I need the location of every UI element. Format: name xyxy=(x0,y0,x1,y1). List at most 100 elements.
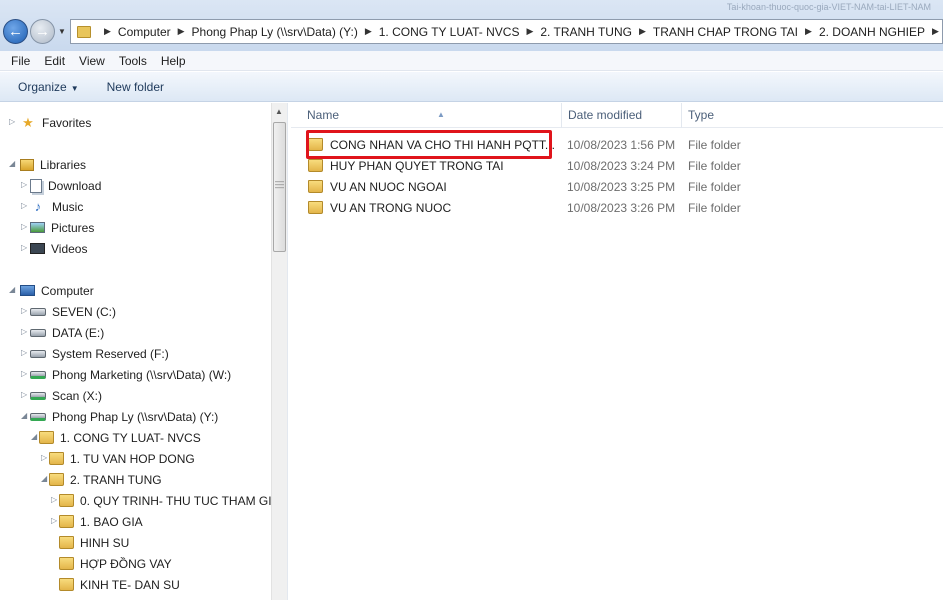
organize-button[interactable]: Organize ▼ xyxy=(18,80,79,94)
folder-icon xyxy=(59,494,74,507)
nav-label: Computer xyxy=(41,283,94,298)
chevron-right-icon[interactable]: ▶ xyxy=(104,26,111,37)
chevron-down-icon: ▼ xyxy=(70,83,79,93)
grip-icon: — — — xyxy=(275,176,284,192)
chevron-right-icon[interactable]: ▶ xyxy=(639,26,646,37)
chevron-right-icon[interactable]: ▶ xyxy=(365,26,372,37)
chevron-right-icon[interactable]: ▶ xyxy=(178,26,185,37)
expander-icon[interactable]: ◢ xyxy=(31,432,37,441)
drive-icon xyxy=(30,328,46,337)
nav-folder-cong-ty-luat[interactable]: 1. CONG TY LUAT- NVCS xyxy=(39,427,201,448)
column-name[interactable]: Name ▲ xyxy=(301,103,562,128)
star-icon: ★ xyxy=(22,115,34,130)
file-type: File folder xyxy=(688,158,741,173)
breadcrumb-tranh-tung[interactable]: 2. TRANH TUNG xyxy=(540,25,632,39)
expander-icon[interactable]: ▷ xyxy=(21,180,27,189)
expander-icon[interactable]: ▷ xyxy=(21,327,27,336)
file-type: File folder xyxy=(688,179,741,194)
nav-label: Scan (X:) xyxy=(52,388,103,403)
nav-folder-tranh-tung[interactable]: 2. TRANH TUNG xyxy=(49,469,162,490)
folder-icon xyxy=(59,515,74,528)
nav-drive-e[interactable]: DATA (E:) xyxy=(30,322,104,343)
picture-icon xyxy=(30,222,45,233)
back-button[interactable]: ← xyxy=(3,19,28,44)
menu-file[interactable]: File xyxy=(4,54,37,68)
folder-icon xyxy=(49,473,64,486)
menu-view[interactable]: View xyxy=(72,54,112,68)
nav-label: 1. TU VAN HOP DONG xyxy=(70,451,195,466)
chevron-right-icon[interactable]: ▶ xyxy=(526,26,533,37)
file-date: 10/08/2023 3:25 PM xyxy=(567,179,676,194)
nav-label: Download xyxy=(48,178,102,193)
network-drive-icon xyxy=(30,391,46,400)
nav-folder-hop-dong-vay[interactable]: HỢP ĐỒNG VAY xyxy=(59,553,172,574)
new-folder-button[interactable]: New folder xyxy=(107,80,164,94)
expander-icon[interactable]: ▷ xyxy=(41,453,47,462)
column-name-label: Name xyxy=(307,108,340,122)
menu-help[interactable]: Help xyxy=(154,54,193,68)
expander-icon[interactable]: ▷ xyxy=(21,348,27,357)
forward-button[interactable]: → xyxy=(30,19,55,44)
nav-label: Music xyxy=(52,199,84,214)
breadcrumb-tranh-chap[interactable]: TRANH CHAP TRONG TAI xyxy=(653,25,798,39)
nav-folder-quy-trinh[interactable]: 0. QUY TRINH- THU TUC THAM GIA xyxy=(59,490,280,511)
nav-drive-y[interactable]: Phong Phap Ly (\\srv\Data) (Y:) xyxy=(30,406,218,427)
breadcrumb-drive[interactable]: Phong Phap Ly (\\srv\Data) (Y:) xyxy=(192,25,358,39)
recent-pages-dropdown[interactable]: ▼ xyxy=(58,27,66,36)
expander-icon[interactable]: ◢ xyxy=(9,285,15,294)
expander-icon[interactable]: ◢ xyxy=(21,411,27,420)
expander-icon[interactable]: ▷ xyxy=(21,222,27,231)
breadcrumb-computer[interactable]: Computer xyxy=(118,25,171,39)
chevron-right-icon[interactable]: ▶ xyxy=(932,26,939,37)
nav-download[interactable]: Download xyxy=(30,175,101,196)
video-icon xyxy=(30,243,45,254)
nav-folder-tu-van[interactable]: 1. TU VAN HOP DONG xyxy=(49,448,195,469)
navigation-scrollbar[interactable]: ▲ — — — xyxy=(271,103,287,600)
expander-icon[interactable]: ▷ xyxy=(21,243,27,252)
chevron-right-icon[interactable]: ▶ xyxy=(805,26,812,37)
nav-label: HỢP ĐỒNG VAY xyxy=(80,556,172,571)
expander-icon[interactable]: ▷ xyxy=(9,117,15,126)
scroll-up-icon[interactable]: ▲ xyxy=(275,107,283,116)
expander-icon[interactable]: ▷ xyxy=(21,201,27,210)
nav-folder-hinh-su[interactable]: HINH SU xyxy=(59,532,129,553)
nav-computer[interactable]: Computer xyxy=(20,280,94,301)
file-row[interactable]: VU AN NUOC NGOAI 10/08/2023 3:25 PM File… xyxy=(301,176,941,197)
nav-videos[interactable]: Videos xyxy=(30,238,87,259)
file-row[interactable]: VU AN TRONG NUOC 10/08/2023 3:26 PM File… xyxy=(301,197,941,218)
column-date-modified[interactable]: Date modified xyxy=(562,103,682,128)
menu-tools[interactable]: Tools xyxy=(112,54,154,68)
nav-label: SEVEN (C:) xyxy=(52,304,117,319)
nav-folder-bao-gia[interactable]: 1. BAO GIA xyxy=(59,511,143,532)
nav-music[interactable]: ♪ Music xyxy=(30,196,84,217)
column-header: Name ▲ Date modified Type xyxy=(291,103,943,128)
nav-drive-x[interactable]: Scan (X:) xyxy=(30,385,102,406)
nav-drive-c[interactable]: SEVEN (C:) xyxy=(30,301,116,322)
nav-libraries[interactable]: Libraries xyxy=(20,154,86,175)
expander-icon[interactable]: ▷ xyxy=(51,495,57,504)
nav-label: Phong Phap Ly (\\srv\Data) (Y:) xyxy=(52,409,219,424)
breadcrumb-doanh-nghiep[interactable]: 2. DOANH NGHIEP xyxy=(819,25,925,39)
expander-icon[interactable]: ▷ xyxy=(21,306,27,315)
file-list: Name ▲ Date modified Type CONG NHAN VA C… xyxy=(291,103,943,600)
menu-edit[interactable]: Edit xyxy=(37,54,72,68)
drive-icon xyxy=(30,307,46,316)
library-icon xyxy=(20,158,34,171)
column-type[interactable]: Type xyxy=(682,103,943,128)
sort-ascending-icon: ▲ xyxy=(437,110,445,119)
nav-label: Phong Marketing (\\srv\Data) (W:) xyxy=(52,367,232,382)
nav-pictures[interactable]: Pictures xyxy=(30,217,94,238)
expander-icon[interactable]: ▷ xyxy=(21,369,27,378)
expander-icon[interactable]: ▷ xyxy=(51,516,57,525)
nav-drive-f[interactable]: System Reserved (F:) xyxy=(30,343,169,364)
expander-icon[interactable]: ◢ xyxy=(9,159,15,168)
expander-icon[interactable]: ▷ xyxy=(21,390,27,399)
nav-folder-kinh-te[interactable]: KINH TE- DAN SU xyxy=(59,574,180,595)
breadcrumb-cong-ty-luat[interactable]: 1. CONG TY LUAT- NVCS xyxy=(379,25,520,39)
file-date: 10/08/2023 3:24 PM xyxy=(567,158,676,173)
expander-icon[interactable]: ◢ xyxy=(41,474,47,483)
nav-drive-w[interactable]: Phong Marketing (\\srv\Data) (W:) xyxy=(30,364,231,385)
folder-icon xyxy=(59,578,74,591)
address-bar[interactable]: ▶ Computer ▶ Phong Phap Ly (\\srv\Data) … xyxy=(70,19,943,44)
nav-favorites[interactable]: ★ Favorites xyxy=(20,112,91,133)
